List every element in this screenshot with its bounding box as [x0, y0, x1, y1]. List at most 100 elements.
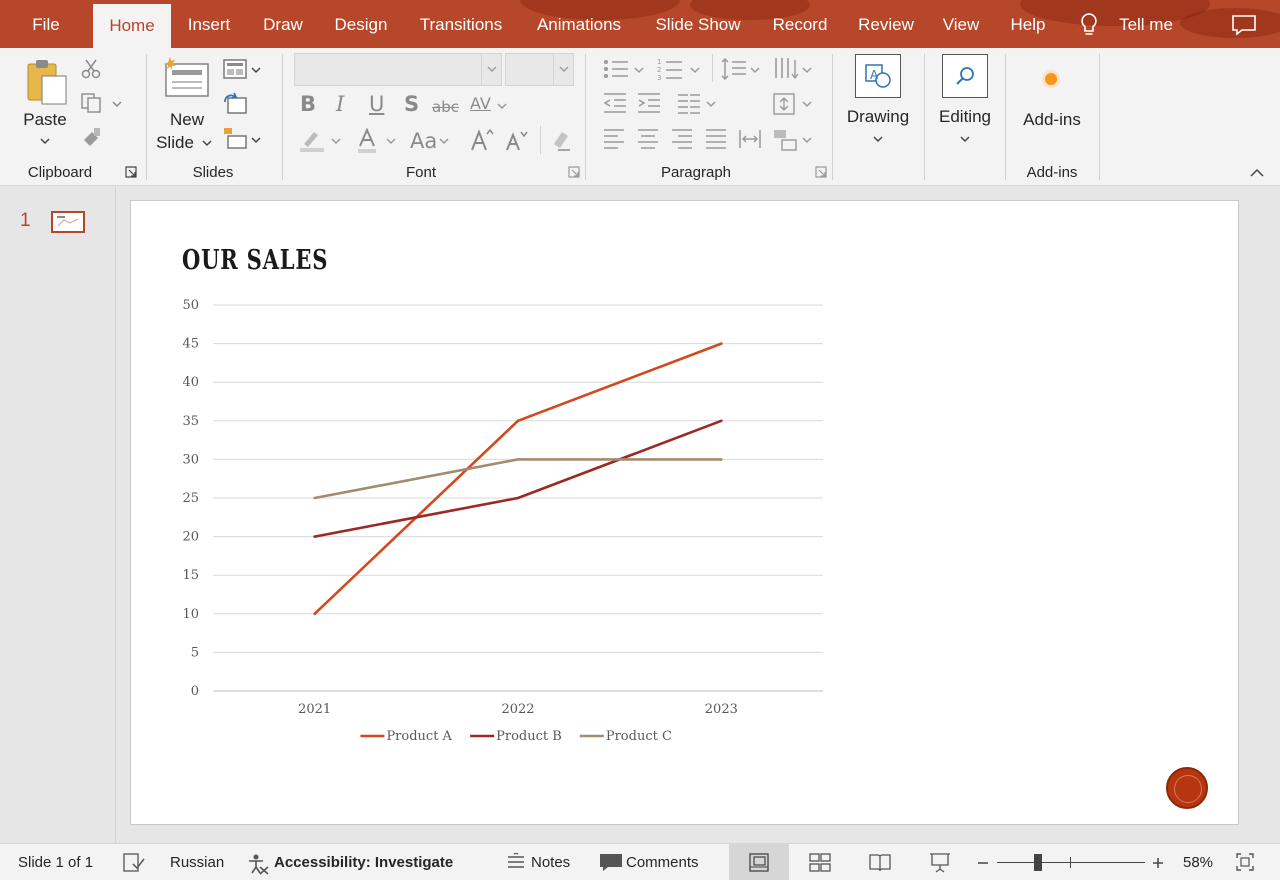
slide-canvas[interactable]: OUR SALES 0 5 10 15 20 25 30 35 40 45 50 2021 2022 20… [130, 200, 1239, 825]
underline-button[interactable]: U [369, 92, 384, 116]
tab-insert[interactable]: Insert [178, 0, 240, 48]
font-name-dropdown[interactable] [481, 54, 501, 85]
accessibility-icon[interactable] [246, 853, 270, 875]
notes-icon[interactable] [506, 853, 526, 871]
bullets-icon[interactable] [602, 58, 630, 80]
dialog-launcher-icon[interactable] [125, 166, 137, 178]
chevron-down-icon[interactable] [439, 138, 449, 145]
chevron-down-icon[interactable] [112, 101, 122, 108]
dialog-launcher-icon[interactable] [815, 166, 827, 178]
chevron-down-icon[interactable] [251, 137, 261, 144]
clear-formatting-icon[interactable] [548, 128, 572, 152]
notes-button[interactable]: Notes [531, 844, 570, 880]
paste-icon[interactable] [26, 58, 70, 106]
align-right-icon[interactable] [670, 128, 694, 150]
sales-line-chart[interactable]: 0 5 10 15 20 25 30 35 40 45 50 2021 2022 2023 Product … [131, 201, 1240, 826]
chevron-down-icon[interactable] [40, 138, 50, 145]
bold-button[interactable]: B [300, 92, 316, 116]
chevron-down-icon[interactable] [251, 67, 261, 74]
new-slide-icon[interactable] [162, 56, 212, 98]
slide-label[interactable]: Slide [154, 133, 196, 153]
add-ins-icon[interactable] [1040, 68, 1062, 90]
collapse-ribbon-icon[interactable] [1250, 168, 1264, 177]
highlight-icon[interactable] [298, 128, 326, 154]
chevron-down-icon[interactable] [706, 101, 716, 108]
dialog-launcher-icon[interactable] [568, 166, 580, 178]
chevron-down-icon[interactable] [802, 67, 812, 74]
tab-view[interactable]: View [934, 0, 988, 48]
comments-icon[interactable] [1231, 14, 1257, 36]
comments-button[interactable]: Comments [626, 844, 699, 880]
decrease-indent-icon[interactable] [602, 92, 628, 114]
numbering-icon[interactable]: 1 2 3 [656, 56, 684, 82]
smartart-icon[interactable] [772, 128, 800, 152]
accessibility-status[interactable]: Accessibility: Investigate [274, 844, 453, 880]
strikethrough-button[interactable]: abc [432, 98, 459, 116]
comment-bubble-icon[interactable] [599, 853, 623, 873]
chevron-down-icon[interactable] [331, 138, 341, 145]
lightbulb-icon[interactable] [1078, 12, 1100, 38]
zoom-level[interactable]: 58% [1183, 844, 1213, 880]
increase-indent-icon[interactable] [636, 92, 662, 114]
font-color-icon[interactable] [356, 128, 378, 154]
font-name-combo[interactable] [294, 53, 502, 86]
slide-show-icon[interactable] [929, 853, 951, 873]
columns-icon[interactable] [676, 92, 702, 114]
chevron-down-icon[interactable] [802, 137, 812, 144]
change-case-button[interactable]: Aa [410, 129, 437, 153]
slide-thumbnail[interactable] [51, 211, 85, 233]
decrease-font-size-icon[interactable] [505, 130, 529, 152]
reset-slide-icon[interactable] [222, 92, 248, 116]
tell-me-search[interactable]: Tell me [1110, 0, 1182, 48]
section-icon[interactable] [222, 126, 248, 150]
tab-animations[interactable]: Animations [526, 0, 632, 48]
tab-review[interactable]: Review [850, 0, 922, 48]
tab-slide-show[interactable]: Slide Show [646, 0, 750, 48]
format-painter-icon[interactable] [80, 126, 104, 148]
align-center-icon[interactable] [636, 128, 660, 150]
drawing-label[interactable]: Drawing [840, 107, 916, 127]
zoom-slider-track[interactable] [997, 862, 1145, 863]
reading-view-icon[interactable] [869, 853, 891, 873]
chevron-down-icon[interactable] [873, 136, 883, 143]
distributed-icon[interactable] [738, 128, 762, 150]
cut-icon[interactable] [80, 58, 102, 80]
slide-sorter-icon[interactable] [809, 853, 831, 873]
italic-button[interactable]: I [336, 92, 344, 116]
tab-design[interactable]: Design [326, 0, 396, 48]
chevron-down-icon[interactable] [960, 136, 970, 143]
text-shadow-button[interactable]: S [404, 92, 419, 116]
tab-help[interactable]: Help [1002, 0, 1054, 48]
layout-icon[interactable] [222, 58, 248, 80]
chevron-down-icon[interactable] [802, 101, 812, 108]
language-indicator[interactable]: Russian [170, 844, 224, 880]
normal-view-button[interactable] [729, 844, 789, 880]
chevron-down-icon[interactable] [750, 67, 760, 74]
fit-to-window-icon[interactable] [1236, 853, 1254, 871]
tab-transitions[interactable]: Transitions [410, 0, 512, 48]
zoom-slider-thumb[interactable] [1034, 854, 1042, 871]
tab-file[interactable]: File [18, 0, 74, 48]
tab-draw[interactable]: Draw [254, 0, 312, 48]
find-button[interactable] [942, 54, 988, 98]
paste-label[interactable]: Paste [18, 110, 72, 130]
font-size-combo[interactable] [505, 53, 574, 86]
line-spacing-icon[interactable] [720, 56, 748, 82]
tab-record[interactable]: Record [764, 0, 836, 48]
chevron-down-icon[interactable] [202, 140, 212, 147]
editing-label[interactable]: Editing [930, 107, 1000, 127]
zoom-out-icon[interactable] [977, 857, 989, 869]
character-spacing-button[interactable]: AV [470, 94, 491, 113]
justify-icon[interactable] [704, 128, 728, 150]
chevron-down-icon[interactable] [497, 103, 507, 110]
new-slide-label[interactable]: New [158, 110, 216, 130]
copy-icon[interactable] [80, 92, 104, 114]
tab-home[interactable]: Home [93, 4, 171, 48]
font-size-dropdown[interactable] [553, 54, 573, 85]
align-text-icon[interactable] [772, 92, 800, 116]
zoom-in-icon[interactable] [1152, 857, 1164, 869]
chevron-down-icon[interactable] [634, 67, 644, 74]
align-left-icon[interactable] [602, 128, 626, 150]
shapes-button[interactable]: A [855, 54, 901, 98]
increase-font-size-icon[interactable] [470, 128, 494, 152]
